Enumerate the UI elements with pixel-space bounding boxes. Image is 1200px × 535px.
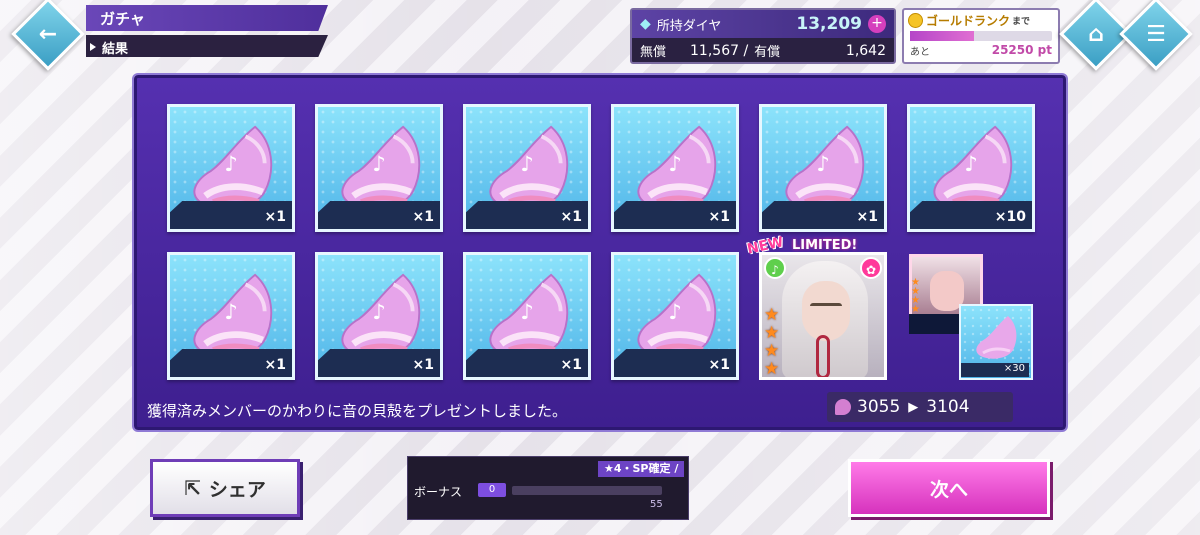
- result-card-shell[interactable]: ♪ ×1: [315, 252, 443, 380]
- result-card-shell[interactable]: ♪ ×1: [463, 252, 591, 380]
- shell-icon: [976, 316, 1017, 359]
- rank-remaining: 25250 pt: [991, 43, 1052, 57]
- arrow-right-icon: ▶: [908, 399, 919, 415]
- svg-text:♪: ♪: [520, 299, 533, 324]
- svg-text:♪: ♪: [372, 151, 385, 176]
- item-quantity: ×1: [560, 209, 582, 225]
- page-subtitle: 結果: [86, 35, 328, 57]
- svg-text:♪: ♪: [668, 299, 681, 324]
- page-title: ガチャ: [86, 5, 328, 31]
- item-quantity: ×1: [264, 357, 286, 373]
- result-message: 獲得済みメンバーのかわりに音の貝殻をプレゼントしました。: [147, 402, 568, 420]
- result-card-shell[interactable]: ♪ ×10: [907, 104, 1035, 232]
- svg-text:♪: ♪: [224, 299, 237, 324]
- svg-text:♪: ♪: [520, 151, 533, 176]
- bonus-max: 55: [650, 499, 663, 510]
- item-quantity: ×10: [994, 209, 1026, 225]
- paid-value: 1,642: [845, 42, 886, 59]
- item-quantity: ×1: [412, 209, 434, 225]
- limited-label: LIMITED!: [792, 238, 858, 253]
- result-card-shell[interactable]: ♪ ×1: [611, 252, 739, 380]
- next-label: 次へ: [929, 478, 968, 501]
- bonus-current: 0: [478, 483, 506, 497]
- free-value: 11,567 /: [690, 42, 749, 59]
- home-icon: ⌂: [1088, 21, 1104, 47]
- svg-text:♪: ♪: [372, 299, 385, 324]
- rarity-star-icon: ★: [764, 359, 780, 379]
- rank-progress-fill: [910, 31, 974, 41]
- list-icon: ☰: [1146, 21, 1166, 47]
- item-quantity: ×1: [412, 357, 434, 373]
- item-quantity: ×1: [708, 209, 730, 225]
- diamond-icon: ◆: [640, 16, 651, 32]
- attribute-icon: ♪: [764, 257, 786, 279]
- svg-text:♪: ♪: [224, 151, 237, 176]
- band-icon: ✿: [860, 257, 882, 279]
- rank-suffix: まで: [1012, 17, 1031, 27]
- next-button[interactable]: 次へ: [848, 459, 1050, 517]
- item-quantity: ×1: [856, 209, 878, 225]
- share-label: シェア: [208, 478, 266, 501]
- bonus-shell-item[interactable]: ×30: [959, 304, 1033, 380]
- result-card-shell[interactable]: ♪ ×1: [167, 252, 295, 380]
- svg-text:♪: ♪: [964, 151, 977, 176]
- result-card-shell[interactable]: ♪ ×1: [167, 104, 295, 232]
- result-card-shell[interactable]: ♪ ×1: [611, 104, 739, 232]
- rank-progress-bar: [910, 31, 1052, 41]
- share-button[interactable]: ⇱ シェア: [150, 459, 300, 517]
- shell-icon: [835, 399, 851, 415]
- result-card-shell[interactable]: ♪ ×1: [315, 104, 443, 232]
- share-icon: ⇱: [184, 476, 201, 500]
- rank-panel[interactable]: ゴールドランク まで あと 25250 pt: [902, 8, 1060, 64]
- bonus-panel: ★4・SP確定 / ボーナス 0 55: [407, 456, 689, 520]
- svg-text:♪: ♪: [816, 151, 829, 176]
- free-label: 無償: [640, 45, 667, 60]
- paid-label: 有償: [754, 45, 781, 60]
- result-panel: ♪ ×1 ♪ ×1 ♪ ×1 ♪ ×1 ♪ ×1 ♪ ×10 ♪ ×1 ♪ ×1 ♪ ×1 ♪ ×1 NEW LIMI…: [134, 75, 1066, 430]
- item-quantity: ×1: [264, 209, 286, 225]
- shell-counter: 3055 ▶ 3104: [827, 392, 1013, 422]
- item-quantity: ×1: [708, 357, 730, 373]
- bonus-tag: ★4・SP確定 /: [598, 461, 685, 477]
- shell-before: 3055: [857, 397, 901, 417]
- rank-title: ゴールドランク: [926, 14, 1011, 28]
- svg-text:♪: ♪: [668, 151, 681, 176]
- shell-after: 3104: [926, 397, 970, 417]
- bonus-label: ボーナス: [414, 485, 463, 499]
- bonus-track: [512, 486, 662, 495]
- mini-stars: ★ ★ ★ ★: [911, 277, 920, 315]
- rarity-star-icon: ★: [764, 323, 780, 343]
- diamond-panel: ◆ 所持ダイヤ 13,209 + 無償 11,567 / 有償 1,642: [630, 8, 896, 64]
- arrow-left-icon: ←: [38, 21, 58, 47]
- diamond-total: 13,209: [796, 14, 862, 34]
- member-card[interactable]: ♪ ✿ ★ ★ ★ ★: [759, 252, 887, 380]
- add-diamond-button[interactable]: +: [868, 15, 886, 33]
- result-card-shell[interactable]: ♪ ×1: [463, 104, 591, 232]
- item-quantity: ×1: [560, 357, 582, 373]
- gold-coin-icon: [908, 13, 923, 28]
- diamond-label: 所持ダイヤ: [656, 18, 722, 34]
- rarity-star-icon: ★: [764, 341, 780, 361]
- shell-qty: ×30: [961, 363, 1029, 377]
- result-card-shell[interactable]: ♪ ×1: [759, 104, 887, 232]
- rarity-star-icon: ★: [764, 305, 780, 325]
- rank-prefix: あと: [910, 47, 930, 58]
